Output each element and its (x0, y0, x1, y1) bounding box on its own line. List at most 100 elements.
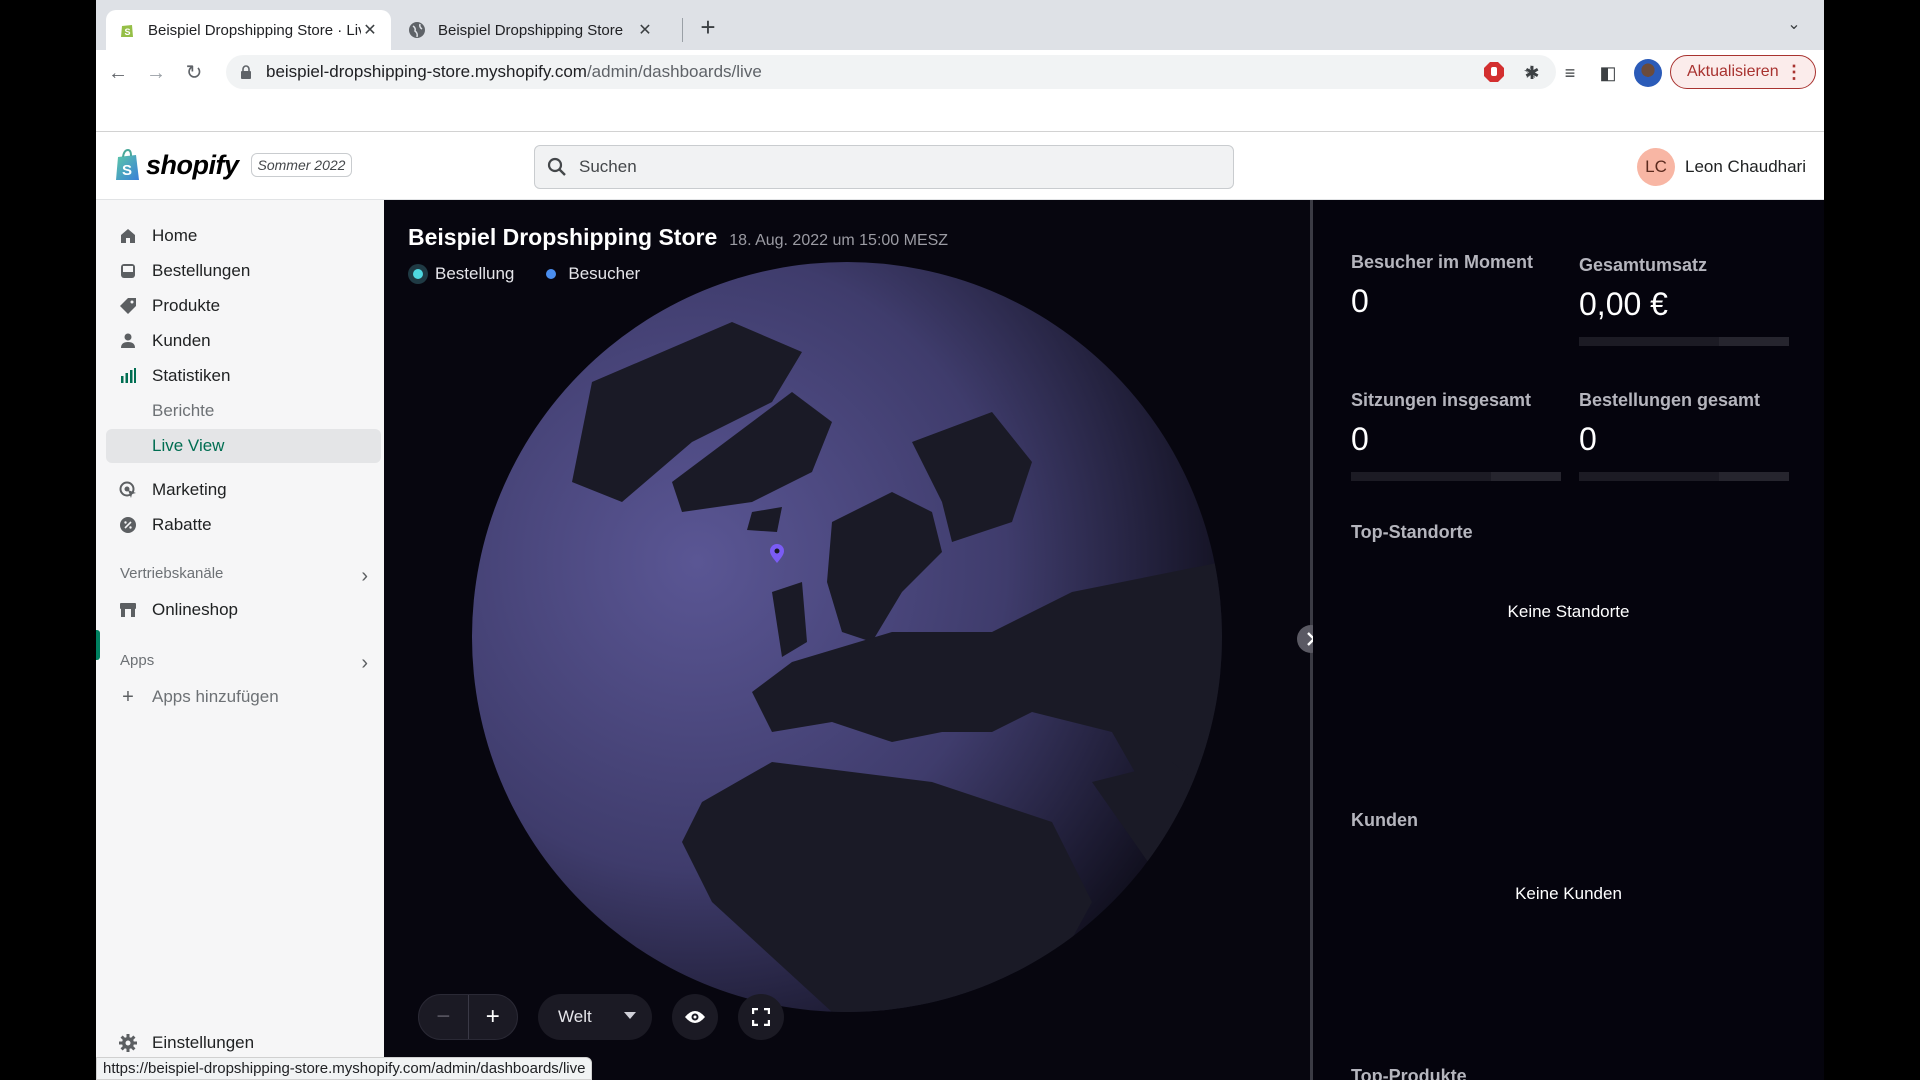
legend-visitor-dot (546, 269, 557, 279)
home-icon (118, 226, 138, 246)
top-products-title: Top-Produkte (1351, 1066, 1467, 1080)
legend-order-label: Bestellung (435, 264, 515, 283)
region-select-value: Welt (558, 1007, 592, 1026)
sidebar-item-label: Produkte (152, 296, 221, 315)
sidebar-item-onlineshop[interactable]: Onlineshop (106, 593, 381, 627)
svg-text:S: S (122, 162, 132, 179)
legend-visitor-label: Besucher (568, 264, 641, 283)
sidebar-item-label: Live View (152, 436, 225, 455)
fullscreen-button[interactable] (738, 994, 784, 1040)
address-bar[interactable]: beispiel-dropshipping-store.myshopify.co… (226, 55, 1556, 89)
profile-avatar[interactable] (1634, 59, 1662, 87)
sidebar-item-label: Onlineshop (152, 600, 239, 619)
tag-icon (118, 296, 138, 316)
bar-chart-icon (118, 366, 138, 386)
customers-empty: Keine Kunden (1515, 884, 1622, 903)
shopify-logo[interactable]: S shopify Sommer 2022 (114, 148, 353, 182)
extensions-puzzle-icon[interactable]: ✱ (1520, 61, 1544, 85)
legend-order-dot (413, 269, 423, 279)
globe-icon (409, 22, 425, 38)
stat-total-sales: Gesamtumsatz 0,00 € (1579, 255, 1789, 346)
search-placeholder: Suchen (579, 157, 637, 176)
forward-button[interactable]: → (142, 59, 170, 87)
sidebar-item-home[interactable]: Home (106, 219, 381, 253)
sidebar-item-label: Apps hinzufügen (152, 687, 279, 706)
zoom-out-button[interactable]: − (419, 995, 469, 1039)
sidebar-item-live-view[interactable]: Live View (106, 429, 381, 463)
sidebar-item-orders[interactable]: Bestellungen (106, 254, 381, 288)
update-label: Aktualisieren (1687, 63, 1779, 80)
globe-map[interactable] (472, 262, 1222, 1012)
add-apps-button[interactable]: + Apps hinzufügen (106, 680, 381, 714)
visibility-button[interactable] (672, 994, 718, 1040)
stat-orders: Bestellungen gesamt 0 (1579, 390, 1789, 481)
inbox-icon (118, 261, 138, 281)
update-button[interactable]: Aktualisieren ⋮ (1670, 55, 1816, 89)
sidebar-item-analytics[interactable]: Statistiken (106, 359, 381, 393)
sidebar-item-label: Einstellungen (152, 1033, 255, 1052)
tab-title: Beispiel Dropshipping Store · Live View (148, 21, 361, 39)
adblock-extension-icon[interactable] (1482, 61, 1506, 85)
sales-channels-label: Vertriebskanäle (120, 565, 224, 582)
lock-icon (241, 65, 251, 79)
stat-label: Bestellungen gesamt (1579, 390, 1761, 410)
sidebar-item-label: Berichte (152, 401, 215, 420)
tab-store[interactable]: Beispiel Dropshipping Store ✕ (396, 10, 666, 50)
store-name: Beispiel Dropshipping Store (408, 224, 718, 250)
sidebar-item-marketing[interactable]: Marketing (106, 473, 381, 507)
shopify-favicon-icon: S (121, 25, 133, 37)
chevron-right-icon[interactable]: › (361, 565, 368, 588)
apps-section[interactable]: Apps › (120, 652, 368, 675)
live-view-heading: Beispiel Dropshipping Store 18. Aug. 202… (408, 224, 948, 251)
sidebar-item-settings[interactable]: Einstellungen (106, 1026, 381, 1060)
tab-search-chevron-icon[interactable]: ⌄ (1782, 14, 1806, 38)
url-host: beispiel-dropshipping-store.myshopify.co… (266, 62, 587, 81)
close-tab-icon[interactable]: ✕ (361, 20, 379, 40)
user-name: Leon Chaudhari (1685, 157, 1806, 176)
user-menu[interactable]: LC Leon Chaudhari (1637, 148, 1806, 186)
new-tab-button[interactable]: + (692, 12, 724, 44)
reload-button[interactable]: ↻ (180, 59, 208, 87)
store-icon (118, 600, 138, 620)
timestamp: 18. Aug. 2022 um 15:00 MESZ (729, 232, 949, 249)
stat-value: 0 (1579, 421, 1597, 457)
stat-label: Gesamtumsatz (1579, 255, 1708, 275)
side-panel-icon[interactable]: ◧ (1596, 61, 1620, 85)
apps-label: Apps (120, 652, 155, 669)
close-tab-icon[interactable]: ✕ (636, 20, 654, 40)
map-legend: Bestellung Besucher (408, 264, 640, 284)
sidebar-item-label: Rabatte (152, 515, 212, 534)
stat-sparkline-placeholder (1351, 472, 1561, 481)
shopify-bag-icon: S (116, 148, 139, 180)
active-indicator (96, 630, 100, 660)
top-locations-title: Top-Standorte (1351, 522, 1473, 542)
search-input[interactable]: Suchen (534, 145, 1234, 189)
zoom-in-button[interactable]: + (469, 995, 518, 1039)
sidebar-nav: Home Bestellungen Produkte Kunden Statis… (96, 200, 384, 1080)
tab-separator (682, 18, 683, 42)
stat-label: Besucher im Moment (1351, 252, 1534, 272)
live-view-main: Beispiel Dropshipping Store 18. Aug. 202… (384, 200, 1824, 1080)
brand-wordmark: shopify (146, 149, 239, 180)
sidebar-item-reports[interactable]: Berichte (106, 394, 381, 428)
fullscreen-icon (752, 1008, 770, 1026)
tab-live-view[interactable]: S Beispiel Dropshipping Store · Live Vie… (106, 10, 391, 50)
tab-bar: S Beispiel Dropshipping Store · Live Vie… (96, 0, 1824, 50)
sidebar-item-discounts[interactable]: Rabatte (106, 508, 381, 542)
sidebar-item-products[interactable]: Produkte (106, 289, 381, 323)
chevron-right-icon[interactable]: › (361, 652, 368, 675)
region-select[interactable]: Welt (538, 994, 652, 1040)
sales-channels-section[interactable]: Vertriebskanäle › (120, 565, 368, 588)
edition-badge: Sommer 2022 (250, 153, 353, 177)
back-button[interactable]: ← (104, 59, 132, 87)
status-url-tooltip: https://beispiel-dropshipping-store.mysh… (96, 1057, 593, 1080)
map-area: Beispiel Dropshipping Store 18. Aug. 202… (384, 200, 1310, 1080)
more-menu-icon[interactable]: ⋮ (1785, 62, 1803, 83)
sidebar-item-customers[interactable]: Kunden (106, 324, 381, 358)
media-control-icon[interactable]: ≡ (1558, 61, 1582, 85)
stat-value: 0,00 € (1579, 286, 1668, 322)
stats-panel: Besucher im Moment 0 Gesamtumsatz 0,00 €… (1313, 200, 1824, 1080)
stat-sparkline-placeholder (1579, 472, 1789, 481)
caret-down-icon (624, 1012, 636, 1019)
admin-header: S shopify Sommer 2022 Suchen LC Leon Cha… (96, 132, 1824, 200)
